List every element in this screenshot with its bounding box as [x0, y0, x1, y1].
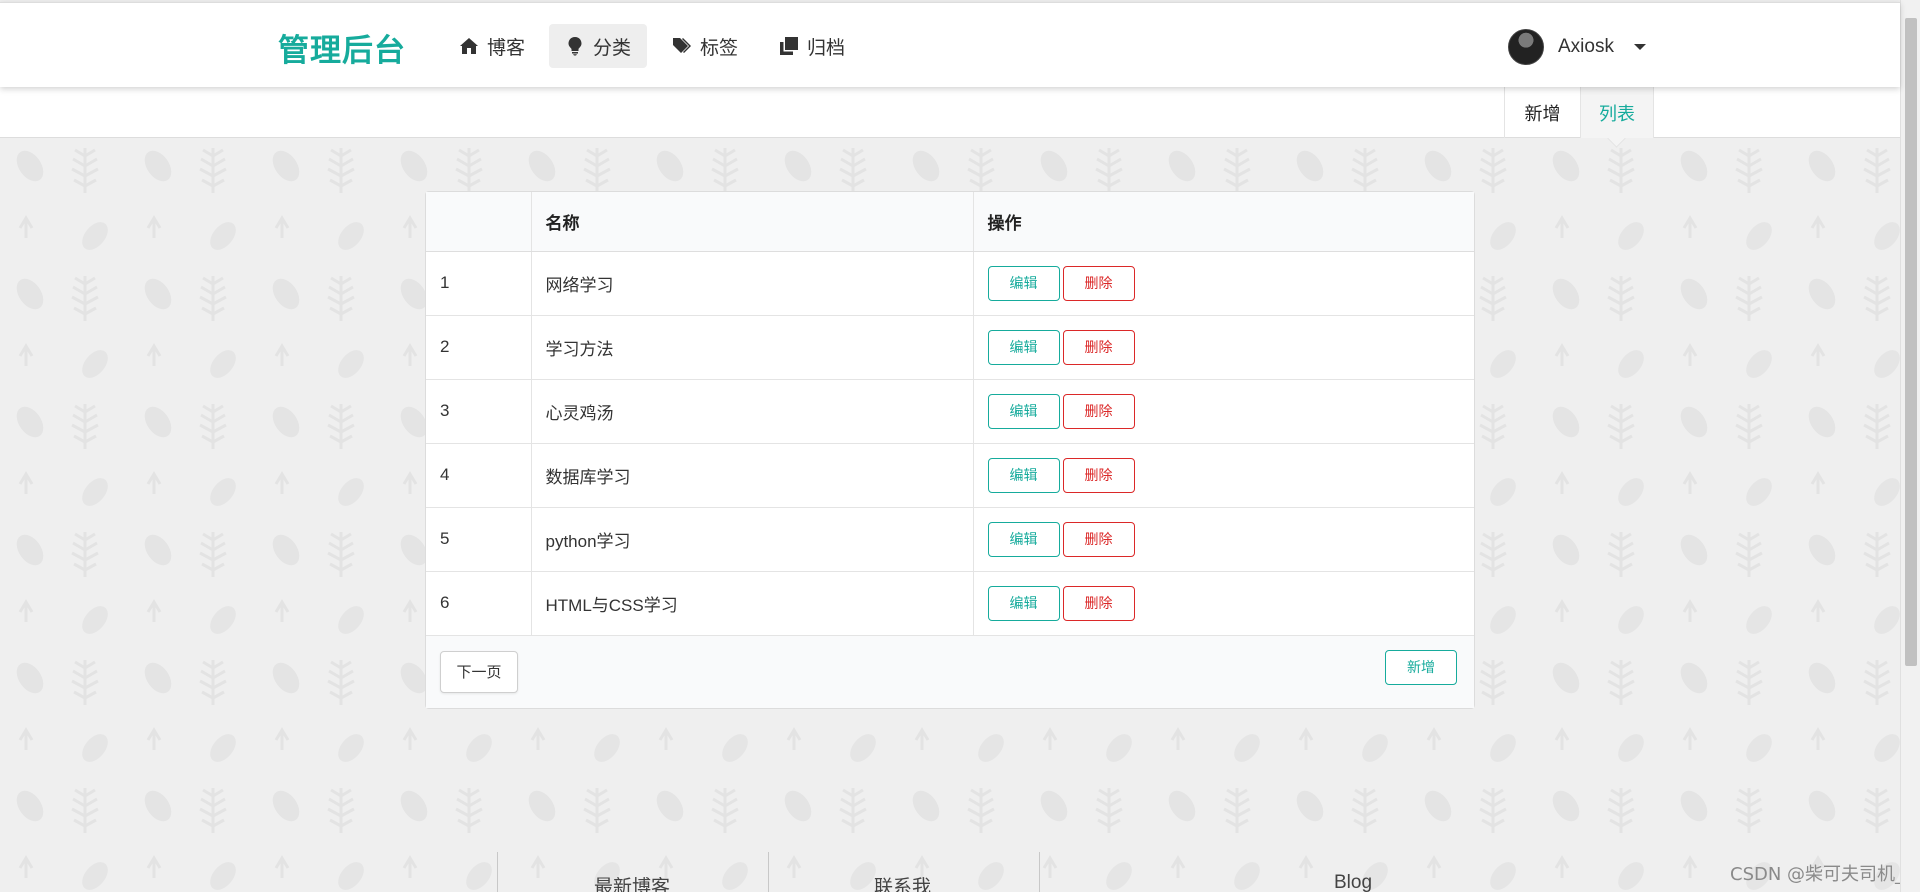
row-index: 6	[426, 571, 531, 636]
home-icon	[460, 38, 478, 54]
table-row: 5 python学习 编辑 删除	[426, 507, 1474, 572]
category-table: 名称 操作 1 网络学习 编辑 删除 2 学习方法 编辑 删除 3 心灵鸡汤 编…	[426, 192, 1474, 636]
row-actions: 编辑 删除	[972, 443, 1474, 508]
scrollbar-thumb[interactable]	[1905, 18, 1917, 666]
nav-item-label: 归档	[807, 37, 846, 59]
row-name: 数据库学习	[530, 443, 973, 508]
nav-item-archive[interactable]: 归档	[763, 24, 861, 68]
edit-button[interactable]: 编辑	[987, 265, 1060, 301]
user-menu[interactable]: Axiosk	[1508, 29, 1646, 65]
submenu-item-add[interactable]: 新增	[1504, 87, 1580, 138]
nav-item-label: 分类	[593, 37, 632, 59]
nav-item-blog[interactable]: 博客	[443, 24, 541, 68]
header-index	[426, 192, 531, 252]
row-index: 5	[426, 507, 531, 572]
next-page-button[interactable]: 下一页	[440, 650, 518, 693]
footer-blog[interactable]: Blog	[1334, 872, 1372, 892]
footer-divider	[497, 852, 498, 892]
row-index: 3	[426, 379, 531, 444]
row-name: 学习方法	[530, 315, 973, 380]
table-row: 2 学习方法 编辑 删除	[426, 315, 1474, 380]
footer-latest-blog[interactable]: 最新博客	[594, 872, 670, 892]
sub-menu: 新增 列表	[0, 87, 1900, 138]
delete-button[interactable]: 删除	[1062, 265, 1135, 301]
lightbulb-icon	[568, 37, 582, 56]
user-name: Axiosk	[1558, 36, 1614, 57]
avatar[interactable]	[1508, 29, 1544, 65]
page-scrollbar[interactable]	[1900, 0, 1920, 892]
row-actions: 编辑 删除	[972, 507, 1474, 572]
caret-down-icon	[1633, 44, 1646, 50]
edit-button[interactable]: 编辑	[987, 393, 1060, 429]
footer-divider	[768, 852, 769, 892]
row-actions: 编辑 删除	[972, 315, 1474, 380]
delete-button[interactable]: 删除	[1062, 393, 1135, 429]
delete-button[interactable]: 删除	[1062, 521, 1135, 557]
nav-item-tags[interactable]: 标签	[656, 24, 754, 68]
top-navbar: 管理后台 博客 分类 标签 归档 Axiosk	[0, 2, 1900, 87]
edit-button[interactable]: 编辑	[987, 521, 1060, 557]
row-actions: 编辑 删除	[972, 571, 1474, 636]
table-row: 4 数据库学习 编辑 删除	[426, 443, 1474, 508]
watermark-text: CSDN @柴可夫司机_	[1730, 864, 1905, 885]
clone-icon	[780, 37, 798, 55]
delete-button[interactable]: 删除	[1062, 329, 1135, 365]
row-name: python学习	[530, 507, 973, 572]
delete-button[interactable]: 删除	[1062, 585, 1135, 621]
category-table-card: 名称 操作 1 网络学习 编辑 删除 2 学习方法 编辑 删除 3 心灵鸡汤 编…	[425, 191, 1475, 709]
row-index: 1	[426, 251, 531, 316]
header-name: 名称	[530, 192, 973, 252]
row-name: 心灵鸡汤	[530, 379, 973, 444]
row-actions: 编辑 删除	[972, 251, 1474, 316]
add-category-button[interactable]: 新增	[1385, 649, 1457, 685]
row-index: 4	[426, 443, 531, 508]
footer-contact[interactable]: 联系我	[874, 872, 931, 892]
edit-button[interactable]: 编辑	[987, 457, 1060, 493]
table-footer: 下一页 新增	[426, 635, 1474, 708]
table-row: 6 HTML与CSS学习 编辑 删除	[426, 571, 1474, 636]
brand-title[interactable]: 管理后台	[278, 25, 406, 70]
row-index: 2	[426, 315, 531, 380]
edit-button[interactable]: 编辑	[987, 585, 1060, 621]
row-name: HTML与CSS学习	[530, 571, 973, 636]
footer-divider	[1039, 852, 1040, 892]
submenu-item-list[interactable]: 列表	[1580, 87, 1654, 138]
table-row: 1 网络学习 编辑 删除	[426, 251, 1474, 316]
header-actions: 操作	[972, 192, 1474, 252]
table-header-row: 名称 操作	[426, 192, 1474, 252]
delete-button[interactable]: 删除	[1062, 457, 1135, 493]
nav-item-label: 博客	[487, 37, 526, 59]
row-actions: 编辑 删除	[972, 379, 1474, 444]
table-row: 3 心灵鸡汤 编辑 删除	[426, 379, 1474, 444]
nav-item-label: 标签	[700, 37, 739, 59]
row-name: 网络学习	[530, 251, 973, 316]
edit-button[interactable]: 编辑	[987, 329, 1060, 365]
tags-icon	[673, 38, 691, 53]
nav-item-category[interactable]: 分类	[549, 24, 648, 68]
